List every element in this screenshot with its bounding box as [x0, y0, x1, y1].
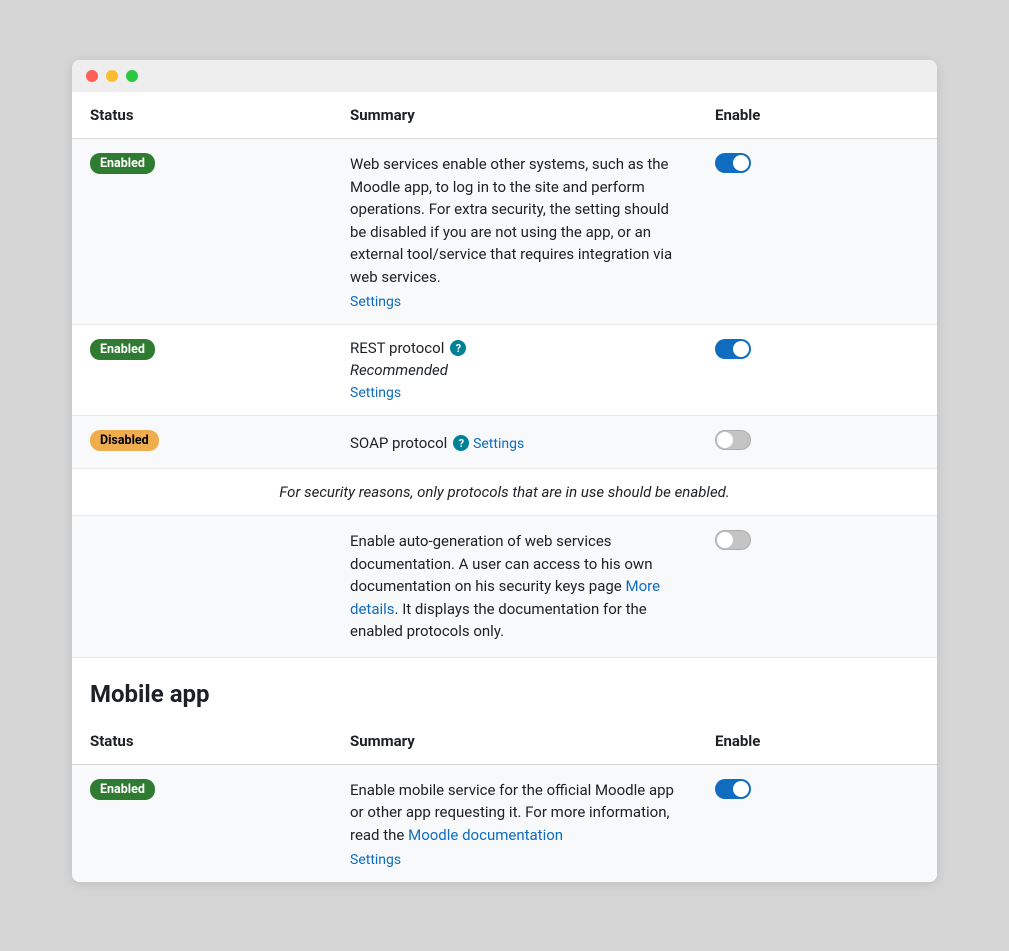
close-icon[interactable]: [86, 70, 98, 82]
settings-link[interactable]: Settings: [350, 385, 401, 401]
table-row: Enabled Enable mobile service for the of…: [72, 764, 937, 882]
summary-title: SOAP protocol: [350, 434, 447, 452]
section-heading-mobile: Mobile app: [72, 658, 937, 718]
status-badge: Enabled: [90, 339, 155, 360]
settings-link[interactable]: Settings: [350, 852, 401, 868]
enable-toggle[interactable]: [715, 779, 751, 799]
moodle-docs-link[interactable]: Moodle documentation: [408, 826, 563, 844]
web-services-table: Status Summary Enable Enabled Web servic…: [72, 92, 937, 658]
status-badge: Enabled: [90, 779, 155, 800]
app-window: Status Summary Enable Enabled Web servic…: [72, 60, 937, 882]
security-note-row: For security reasons, only protocols tha…: [72, 469, 937, 516]
table-row: Enable auto-generation of web services d…: [72, 516, 937, 658]
summary-text: Enable auto-generation of web services d…: [350, 530, 679, 643]
minimize-icon[interactable]: [106, 70, 118, 82]
settings-link[interactable]: Settings: [350, 294, 401, 310]
enable-toggle[interactable]: [715, 339, 751, 359]
col-header-status: Status: [72, 718, 332, 765]
maximize-icon[interactable]: [126, 70, 138, 82]
status-badge: Enabled: [90, 153, 155, 174]
enable-toggle[interactable]: [715, 430, 751, 450]
security-note: For security reasons, only protocols tha…: [72, 469, 937, 516]
settings-link[interactable]: Settings: [473, 436, 524, 452]
table-row: Enabled Web services enable other system…: [72, 139, 937, 325]
titlebar: [72, 60, 937, 92]
enable-toggle[interactable]: [715, 153, 751, 173]
col-header-summary: Summary: [332, 92, 697, 139]
help-icon[interactable]: ?: [453, 435, 469, 451]
col-header-enable: Enable: [697, 718, 937, 765]
content-area: Status Summary Enable Enabled Web servic…: [72, 92, 937, 882]
mobile-app-table: Status Summary Enable Enabled Enable mob…: [72, 718, 937, 883]
table-row: Disabled SOAP protocol ? Settings: [72, 416, 937, 469]
summary-text: Web services enable other systems, such …: [350, 153, 679, 288]
help-icon[interactable]: ?: [450, 340, 466, 356]
table-row: Enabled REST protocol ? Recommended Sett…: [72, 325, 937, 416]
col-header-summary: Summary: [332, 718, 697, 765]
status-badge: Disabled: [90, 430, 159, 451]
col-header-enable: Enable: [697, 92, 937, 139]
col-header-status: Status: [72, 92, 332, 139]
enable-toggle[interactable]: [715, 530, 751, 550]
summary-text: Enable mobile service for the official M…: [350, 779, 679, 847]
summary-title-row: REST protocol ?: [350, 339, 466, 357]
summary-note: Recommended: [350, 361, 679, 379]
summary-title-row: SOAP protocol ?: [350, 434, 469, 452]
summary-title: REST protocol: [350, 339, 444, 357]
